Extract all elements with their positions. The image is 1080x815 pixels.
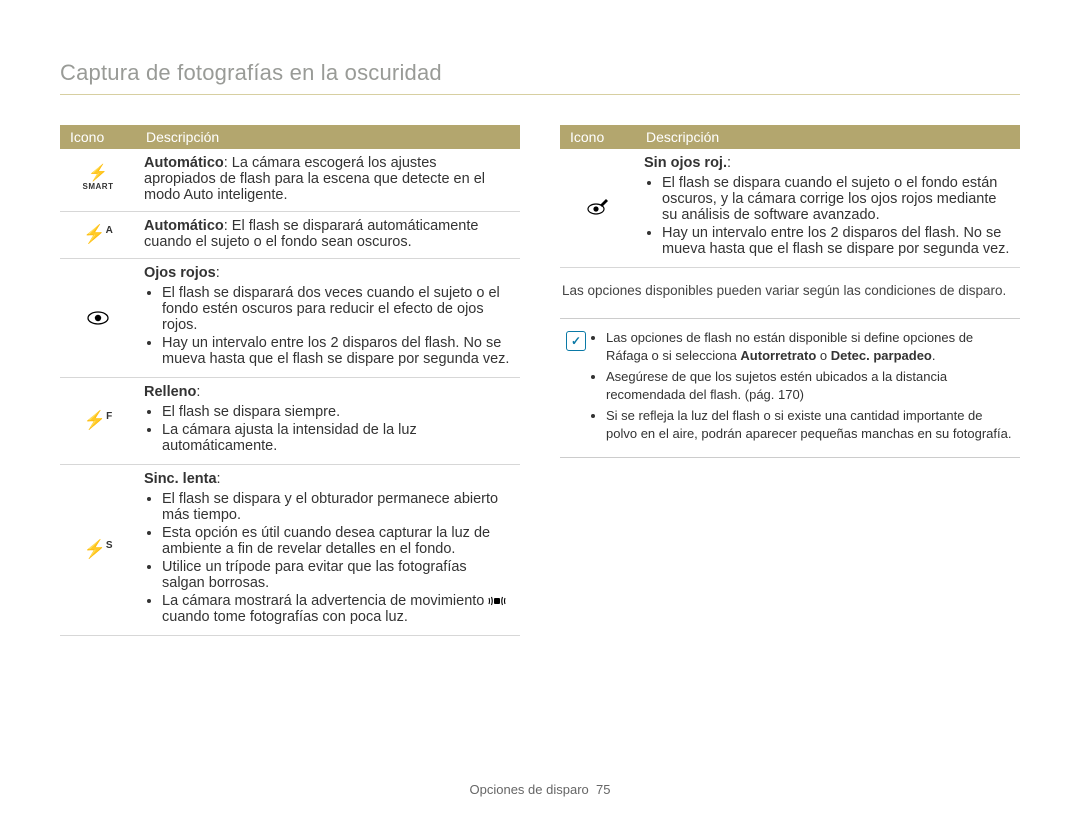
footer-section: Opciones de disparo: [470, 782, 589, 797]
bullet-item: Utilice un trípode para evitar que las f…: [162, 559, 512, 591]
bullet-item: El flash se dispara y el obturador perma…: [162, 491, 512, 523]
table-row: Ojos rojos: El flash se disparará dos vec…: [60, 259, 520, 378]
th-icon: Icono: [560, 125, 636, 149]
bullet-item: La cámara mostrará la advertencia de mov…: [162, 593, 512, 625]
bullet-item: Hay un intervalo entre los 2 disparos de…: [162, 335, 512, 367]
row-lead-rest: :: [727, 155, 731, 171]
row-lead-bold: Automático: [144, 218, 224, 234]
shake-warning-icon: [488, 593, 506, 609]
icon-cell: ⚡S: [60, 465, 136, 636]
table-row: ⚡S Sinc. lenta: El flash se dispara y el o…: [60, 465, 520, 636]
bullet-item: Hay un intervalo entre los 2 disparos de…: [662, 225, 1012, 257]
bullet-item: El flash se dispara siempre.: [162, 404, 512, 420]
flash-slow-icon: ⚡S: [83, 539, 112, 559]
icon-cell: [60, 259, 136, 378]
info-box: ✓ Las opciones de flash no están disponi…: [560, 318, 1020, 457]
row-lead-rest: :: [216, 265, 220, 281]
footer-page: 75: [596, 782, 610, 797]
description-cell: Sinc. lenta: El flash se dispara y el obt…: [136, 465, 520, 636]
left-icon-table: Icono Descripción ⚡SMART Automático: La c…: [60, 125, 520, 636]
th-desc: Descripción: [636, 125, 1020, 149]
info-bullet: Si se refleja la luz del flash o si exis…: [606, 407, 1014, 442]
row-lead-bold: Relleno: [144, 384, 196, 400]
row-lead-bold: Automático: [144, 155, 224, 171]
description-cell: Ojos rojos: El flash se disparará dos vec…: [136, 259, 520, 378]
th-icon: Icono: [60, 125, 136, 149]
row-lead-bold: Sinc. lenta: [144, 471, 217, 487]
info-bullet: Las opciones de flash no están disponibl…: [606, 329, 1014, 364]
row-lead-rest: :: [217, 471, 221, 487]
table-row: ⚡F Relleno: El flash se dispara siempre. La…: [60, 378, 520, 465]
icon-cell: [560, 149, 636, 268]
row-lead-bold: Ojos rojos: [144, 265, 216, 281]
description-cell: Automático: El flash se disparará automá…: [136, 212, 520, 259]
bullet-item: La cámara ajusta la intensidad de la luz…: [162, 422, 512, 454]
info-bullet: Asegúrese de que los sujetos estén ubica…: [606, 368, 1014, 403]
page-footer: Opciones de disparo 75: [0, 782, 1080, 797]
flash-auto-icon: ⚡A: [83, 224, 113, 244]
description-cell: Relleno: El flash se dispara siempre. La c…: [136, 378, 520, 465]
right-column: Icono Descripción Sin ojos roj.: El flash…: [560, 125, 1020, 636]
icon-cell: ⚡A: [60, 212, 136, 259]
icon-cell: ⚡F: [60, 378, 136, 465]
icon-cell: ⚡SMART: [60, 149, 136, 212]
smart-icon: ⚡SMART: [68, 166, 128, 192]
flash-fill-icon: ⚡F: [84, 410, 113, 430]
bullet-item: El flash se dispara cuando el sujeto o e…: [662, 175, 1012, 223]
right-icon-table: Icono Descripción Sin ojos roj.: El flash…: [560, 125, 1020, 268]
bullet-item: El flash se disparará dos veces cuando e…: [162, 285, 512, 333]
table-row: ⚡A Automático: El flash se disparará auto…: [60, 212, 520, 259]
left-column: Icono Descripción ⚡SMART Automático: La c…: [60, 125, 520, 636]
availability-note: Las opciones disponibles pueden variar s…: [562, 282, 1018, 300]
description-cell: Sin ojos roj.: El flash se dispara cuando…: [636, 149, 1020, 268]
description-cell: Automático: La cámara escogerá los ajust…: [136, 149, 520, 212]
table-row: Sin ojos roj.: El flash se dispara cuando…: [560, 149, 1020, 268]
bullet-item: Esta opción es útil cuando desea captura…: [162, 525, 512, 557]
info-icon: ✓: [562, 329, 590, 446]
red-eye-icon: [87, 307, 109, 327]
table-row: ⚡SMART Automático: La cámara escogerá los…: [60, 149, 520, 212]
row-lead-rest: :: [196, 384, 200, 400]
page-title: Captura de fotografías en la oscuridad: [60, 60, 1020, 95]
row-lead-bold: Sin ojos roj.: [644, 155, 727, 171]
red-eye-fix-icon: [587, 196, 609, 216]
th-desc: Descripción: [136, 125, 520, 149]
